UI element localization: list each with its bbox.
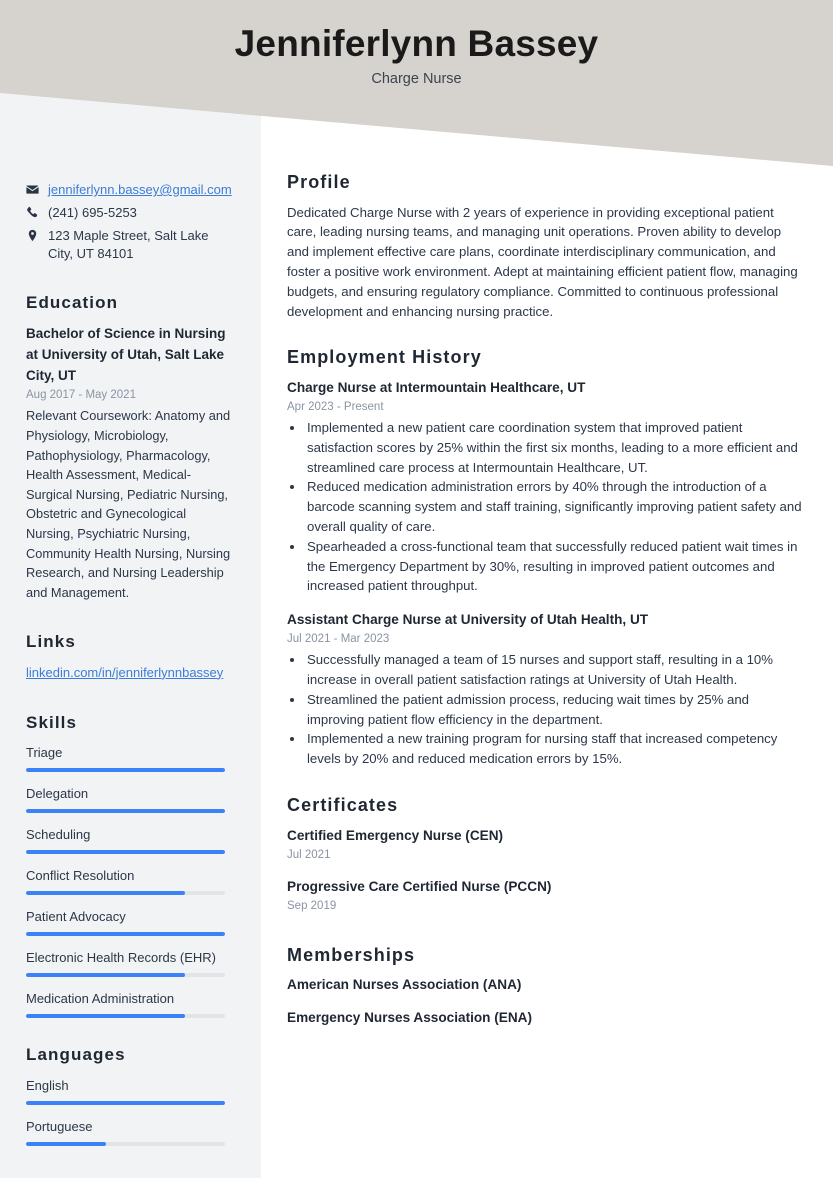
skill-level-track bbox=[26, 850, 225, 855]
skill-label: Patient Advocacy bbox=[26, 909, 126, 925]
certificates-section: Certificates Certified Emergency Nurse (… bbox=[287, 795, 803, 915]
profile-heading: Profile bbox=[287, 172, 351, 192]
education-coursework: Relevant Coursework: Anatomy and Physiol… bbox=[26, 408, 231, 600]
employment-bullet: Implemented a new training program for n… bbox=[305, 729, 803, 769]
language-label: Portuguese bbox=[26, 1118, 93, 1134]
certificates-list: Certified Emergency Nurse (CEN) Jul 2021 P… bbox=[287, 826, 803, 915]
language-label: English bbox=[26, 1077, 69, 1093]
employment-title: Charge Nurse at Intermountain Healthcare… bbox=[287, 379, 586, 395]
map-pin-icon bbox=[26, 227, 48, 242]
skill-level-track bbox=[26, 932, 225, 937]
skill-item: Scheduling bbox=[26, 825, 235, 855]
language-level-track bbox=[26, 1100, 225, 1105]
certificate-entry: Progressive Care Certified Nurse (PCCN) S… bbox=[287, 877, 803, 915]
skill-item: Electronic Health Records (EHR) bbox=[26, 948, 235, 978]
employment-entry: Charge Nurse at Intermountain Healthcare… bbox=[287, 378, 803, 596]
phone-icon bbox=[26, 204, 48, 219]
certificate-title: Progressive Care Certified Nurse (PCCN) bbox=[287, 878, 552, 894]
skills-heading: Skills bbox=[26, 712, 78, 732]
education-title: Bachelor of Science in Nursing at Univer… bbox=[26, 326, 226, 384]
certificate-entry: Certified Emergency Nurse (CEN) Jul 2021 bbox=[287, 826, 803, 864]
skill-label: Conflict Resolution bbox=[26, 868, 135, 884]
skill-level-track bbox=[26, 1014, 225, 1019]
contact-email-text: jenniferlynn.bassey@gmail.com bbox=[48, 181, 235, 199]
skill-item: Triage bbox=[26, 743, 235, 773]
memberships-list: American Nurses Association (ANA) Emergen… bbox=[287, 975, 803, 1028]
resume-page: Jenniferlynn Bassey Charge Nurse jennife… bbox=[0, 0, 833, 1178]
links-heading: Links bbox=[26, 632, 76, 652]
employment-date: Jul 2021 - Mar 2023 bbox=[287, 633, 390, 646]
skill-level-fill bbox=[26, 973, 186, 978]
links-section: Links linkedin.com/in/jenniferlynnbassey bbox=[26, 632, 235, 682]
skill-level-track bbox=[26, 891, 225, 896]
certificate-date: Sep 2019 bbox=[287, 899, 337, 912]
employment-bullets: Successfully managed a team of 15 nurses… bbox=[287, 650, 803, 769]
skill-level-fill bbox=[26, 891, 186, 896]
languages-section: Languages English Portuguese bbox=[26, 1045, 235, 1146]
employment-section: Employment History Charge Nurse at Inter… bbox=[287, 347, 803, 769]
skill-label: Delegation bbox=[26, 786, 89, 802]
skill-item: Delegation bbox=[26, 784, 235, 814]
employment-bullet: Streamlined the patient admission proces… bbox=[305, 690, 803, 730]
envelope-icon bbox=[26, 181, 48, 196]
profile-text: Dedicated Charge Nurse with 2 years of e… bbox=[287, 204, 798, 319]
education-entry: Bachelor of Science in Nursing at Univer… bbox=[26, 323, 235, 602]
contact-phone: (241) 695-5253 bbox=[26, 204, 235, 222]
employment-bullet: Reduced medication administration errors… bbox=[305, 477, 803, 536]
languages-heading: Languages bbox=[26, 1045, 126, 1065]
memberships-heading: Memberships bbox=[287, 944, 416, 965]
skill-level-track bbox=[26, 809, 225, 814]
employment-list: Charge Nurse at Intermountain Healthcare… bbox=[287, 378, 803, 769]
skill-label: Electronic Health Records (EHR) bbox=[26, 950, 217, 966]
skill-level-fill bbox=[26, 932, 225, 937]
skill-label: Scheduling bbox=[26, 827, 91, 843]
skill-level-fill bbox=[26, 850, 225, 855]
employment-entry: Assistant Charge Nurse at University of … bbox=[287, 610, 803, 769]
languages-list: English Portuguese bbox=[26, 1076, 235, 1146]
employment-date: Apr 2023 - Present bbox=[287, 400, 384, 413]
education-section: Education Bachelor of Science in Nursing… bbox=[26, 293, 235, 602]
linkedin-link[interactable]: linkedin.com/in/jenniferlynnbassey bbox=[26, 663, 235, 683]
skills-section: Skills Triage Delegation Scheduling Conflic… bbox=[26, 712, 235, 1019]
memberships-section: Memberships American Nurses Association … bbox=[287, 945, 803, 1029]
skill-label: Triage bbox=[26, 745, 63, 761]
profile-section: Profile Dedicated Charge Nurse with 2 ye… bbox=[287, 172, 803, 321]
language-level-track bbox=[26, 1141, 225, 1146]
skill-level-fill bbox=[26, 809, 225, 814]
employment-bullets: Implemented a new patient care coordinat… bbox=[287, 418, 803, 596]
language-item: Portuguese bbox=[26, 1117, 235, 1146]
main-column: Profile Dedicated Charge Nurse with 2 ye… bbox=[287, 0, 803, 1054]
language-level-fill bbox=[26, 1100, 225, 1105]
employment-heading: Employment History bbox=[287, 347, 482, 368]
employment-title: Assistant Charge Nurse at University of … bbox=[287, 612, 649, 628]
membership-item: Emergency Nurses Association (ENA) bbox=[287, 1010, 533, 1026]
language-item: English bbox=[26, 1076, 235, 1105]
skill-item: Patient Advocacy bbox=[26, 907, 235, 937]
skill-level-fill bbox=[26, 1014, 186, 1019]
contact-email: jenniferlynn.bassey@gmail.com bbox=[26, 181, 235, 199]
email-link[interactable]: jenniferlynn.bassey@gmail.com bbox=[48, 182, 232, 197]
membership-item: American Nurses Association (ANA) bbox=[287, 977, 522, 993]
contact-list: jenniferlynn.bassey@gmail.com (241) 695-… bbox=[26, 181, 235, 263]
education-date: Aug 2017 - May 2021 bbox=[26, 389, 136, 402]
employment-bullet: Spearheaded a cross-functional team that… bbox=[305, 537, 803, 596]
employment-bullet: Implemented a new patient care coordinat… bbox=[305, 418, 803, 477]
certificate-date: Jul 2021 bbox=[287, 848, 331, 861]
sidebar: jenniferlynn.bassey@gmail.com (241) 695-… bbox=[0, 0, 261, 1158]
skill-item: Conflict Resolution bbox=[26, 866, 235, 896]
skill-level-track bbox=[26, 768, 225, 773]
skill-level-fill bbox=[26, 768, 225, 773]
skill-item: Medication Administration bbox=[26, 989, 235, 1019]
contact-address: 123 Maple Street, Salt Lake City, UT 841… bbox=[26, 227, 235, 263]
certificate-title: Certified Emergency Nurse (CEN) bbox=[287, 827, 504, 843]
skill-level-track bbox=[26, 973, 225, 978]
employment-bullet: Successfully managed a team of 15 nurses… bbox=[305, 650, 803, 690]
certificates-heading: Certificates bbox=[287, 794, 399, 815]
language-level-fill bbox=[26, 1141, 106, 1146]
skill-label: Medication Administration bbox=[26, 991, 175, 1007]
skills-list: Triage Delegation Scheduling Conflict Resol… bbox=[26, 743, 235, 1019]
education-heading: Education bbox=[26, 293, 119, 312]
contact-phone-text: (241) 695-5253 bbox=[48, 205, 137, 220]
contact-address-text: 123 Maple Street, Salt Lake City, UT 841… bbox=[48, 228, 209, 261]
